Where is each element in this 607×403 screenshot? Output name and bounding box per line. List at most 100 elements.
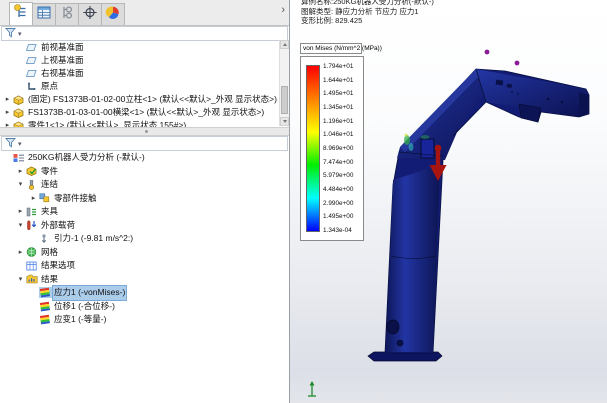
origin-triad-icon (308, 381, 316, 396)
fixtures-icon (26, 206, 39, 217)
expand-arrow-icon[interactable]: ▸ (15, 165, 26, 179)
tree-item[interactable]: ▸ 零部件接触 (0, 192, 289, 206)
tab-overflow-chevron[interactable]: › (281, 4, 285, 16)
tab-featuremanager[interactable] (9, 2, 33, 25)
feature-manager-tree: 前视基准面上视基准面右视基准面原点 ▸ (固定) FS1373B-01-02-00立… (0, 41, 289, 127)
tree-item[interactable]: 应变1 (-等量-) (0, 313, 289, 327)
manager-tab-bar: › (0, 0, 289, 26)
expand-arrow-icon[interactable]: ▸ (2, 119, 13, 127)
gravity-icon (39, 233, 52, 244)
tab-configurationmanager[interactable] (55, 3, 79, 25)
tree-item-label: 前视基准面 (39, 41, 86, 54)
simulation-study-icon (13, 152, 26, 163)
reference-dot-icon (515, 61, 520, 66)
origin-icon (26, 81, 39, 92)
tab-displaymanager[interactable] (101, 3, 125, 25)
tree-item-label: 零部件接触 (52, 192, 99, 206)
graphics-viewport[interactable]: 算例名称:250KG机器人受力分析(-默认-) 图解类型: 静应力分析 节应力 … (290, 0, 607, 403)
scrollbar-thumb[interactable] (281, 86, 288, 114)
tree-item[interactable]: 右视基准面 (0, 67, 289, 80)
tree-item[interactable]: 原点 (0, 80, 289, 93)
tree-item-label: 250KG机器人受力分析 (-默认-) (26, 151, 147, 165)
tree-item[interactable]: 引力-1 (-9.81 m/s^2:) (0, 232, 289, 246)
featuremanager-tree-icon (13, 4, 29, 24)
tree-item[interactable]: ▾ 结果 (0, 273, 289, 287)
tree-item-label: 引力-1 (-9.81 m/s^2:) (52, 232, 135, 246)
tree-item[interactable]: 结果选项 (0, 259, 289, 273)
tree-item[interactable]: ▾ 外部载荷 (0, 219, 289, 233)
tree-item-label: 零件 (39, 165, 60, 179)
tree-item[interactable]: 250KG机器人受力分析 (-默认-) (0, 151, 289, 165)
tree-item-label: 结果选项 (39, 259, 77, 273)
tree-item-label: 原点 (39, 80, 60, 93)
configurationmanager-icon (59, 5, 75, 25)
tree-item-label: 外部载荷 (39, 219, 77, 233)
part-icon (13, 120, 26, 127)
expand-arrow-icon[interactable]: ▸ (2, 93, 13, 106)
tree-item-label: FS1373B-01-03-01-00横梁<1> (默认<<默认>_外观 显示状… (26, 106, 266, 119)
mesh-icon (26, 247, 39, 258)
connections-icon (26, 179, 39, 190)
tree-item[interactable]: ▾ 连结 (0, 178, 289, 192)
tree-item-label: 零件1<1> (默认<<默认>_显示状态 155#>) (26, 119, 188, 127)
simulation-study-tree: 250KG机器人受力分析 (-默认-)▸零件▾连结▸零部件接触▸夹具▾外部载荷引… (0, 151, 289, 337)
part-icon (13, 94, 26, 105)
filter-funnel-icon (5, 135, 16, 153)
collapse-arrow-icon[interactable]: ▾ (15, 219, 26, 233)
tree-item-label: 连结 (39, 178, 60, 192)
filter-funnel-icon (5, 25, 16, 43)
displacement-plot-icon (39, 301, 52, 312)
tree-item-label: 上视基准面 (39, 54, 86, 67)
tree-item[interactable]: ▸ 零件1<1> (默认<<默认>_显示状态 155#>) (0, 119, 289, 127)
tree-item[interactable]: ▸ FS1373B-01-03-01-00横梁<1> (默认<<默认>_外观 显示… (0, 106, 289, 119)
propertymanager-icon (36, 5, 52, 25)
tree-item[interactable]: ▸夹具 (0, 205, 289, 219)
tree-item[interactable]: 上视基准面 (0, 54, 289, 67)
feature-manager-panel: › ▾ 前视基准面上视基准面右视基准面原点 ▸ (固定) FS1373B-01-02… (0, 0, 290, 403)
tree-item-label: (固定) FS1373B-01-02-00立柱<1> (默认<<默认>_外观 显… (26, 93, 279, 106)
strain-plot-icon (39, 314, 52, 325)
plane-icon (26, 68, 39, 79)
collapse-arrow-icon[interactable]: ▾ (15, 178, 26, 192)
stress-plot-icon (39, 287, 52, 298)
expand-arrow-icon[interactable]: ▸ (28, 192, 39, 206)
scroll-down-arrow-icon[interactable] (280, 117, 289, 126)
tree-item-label: 应力1 (-vonMises-) (52, 285, 127, 301)
displaymanager-icon (105, 5, 121, 25)
result-options-icon (26, 260, 39, 271)
feature-tree-filter[interactable]: ▾ (1, 26, 288, 41)
study-tree-filter[interactable]: ▾ (1, 136, 288, 151)
part-icon (13, 107, 26, 118)
parts-icon (26, 166, 39, 177)
tree-item-label: 结果 (39, 273, 60, 287)
results-folder-icon (26, 274, 39, 285)
plane-icon (26, 42, 39, 53)
expand-arrow-icon[interactable]: ▸ (15, 205, 26, 219)
tree-item-label: 网格 (39, 246, 60, 260)
tree-item[interactable]: ▸ 零件 (0, 165, 289, 179)
component-contact-icon (39, 193, 52, 204)
tree-item-label: 应变1 (-等量-) (52, 313, 108, 327)
expand-arrow-icon[interactable]: ▸ (2, 106, 13, 119)
tab-dimxpertmanager[interactable] (78, 3, 102, 25)
feature-tree-scrollbar[interactable] (279, 40, 289, 126)
filter-dropdown-caret-icon[interactable]: ▾ (18, 30, 22, 38)
tree-item[interactable]: ▸ (固定) FS1373B-01-02-00立柱<1> (默认<<默认>_外观 … (0, 93, 289, 106)
expand-arrow-icon[interactable]: ▸ (15, 246, 26, 260)
robot-column-model (290, 0, 607, 403)
filter-dropdown-caret-icon[interactable]: ▾ (18, 140, 22, 148)
tree-item[interactable]: 前视基准面 (0, 41, 289, 54)
tree-item-label: 右视基准面 (39, 67, 86, 80)
plane-icon (26, 55, 39, 66)
tree-item[interactable]: 应力1 (-vonMises-) (0, 286, 289, 300)
panel-splitter[interactable] (0, 127, 289, 136)
tree-item[interactable]: 位移1 (-合位移-) (0, 300, 289, 314)
collapse-arrow-icon[interactable]: ▾ (15, 273, 26, 287)
scroll-up-arrow-icon[interactable] (280, 40, 289, 49)
tree-item[interactable]: ▸ 网格 (0, 246, 289, 260)
external-loads-icon (26, 220, 39, 231)
dimxpertmanager-icon (82, 5, 98, 25)
tab-propertymanager[interactable] (32, 3, 56, 25)
solidworks-simulation-window: › ▾ 前视基准面上视基准面右视基准面原点 ▸ (固定) FS1373B-01-02… (0, 0, 607, 403)
reference-dot-icon (485, 50, 490, 55)
